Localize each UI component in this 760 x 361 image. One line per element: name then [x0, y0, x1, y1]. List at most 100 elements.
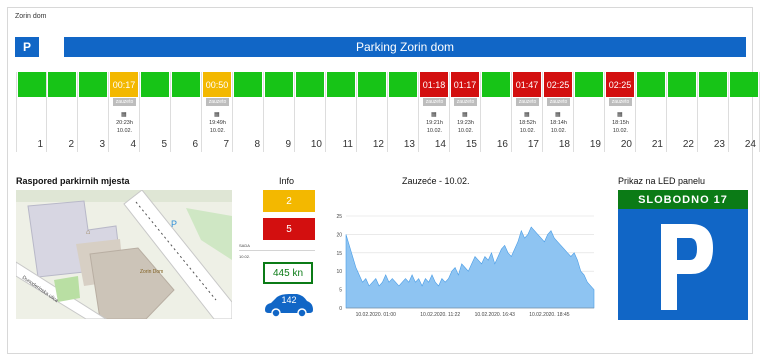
spot-number: 5 — [161, 139, 167, 150]
spot-since-date: 10.02. — [457, 128, 474, 134]
occupied-badge: zauzeto — [609, 98, 632, 106]
parking-spot-4[interactable]: 00:17 zauzeto ▦ 20:23h 10.02. 4 — [109, 72, 140, 152]
spot-since-time: 19:21h — [426, 120, 443, 126]
spot-since-time: 20:23h — [116, 120, 133, 126]
spot-status — [18, 72, 46, 97]
spot-number: 24 — [744, 139, 756, 150]
spot-status — [482, 72, 510, 97]
spot-since-time: 18:15h — [612, 120, 629, 126]
spot-status — [265, 72, 293, 97]
car-count: 142 — [281, 295, 297, 305]
spot-since-date: 10.02. — [519, 128, 536, 134]
spot-since-date: 10.02. — [209, 128, 226, 134]
spot-number: 1 — [37, 139, 43, 150]
spot-status — [48, 72, 76, 97]
parking-spot-17[interactable]: 01:47 zauzeto ▦ 18:52h 10.02. 17 — [512, 72, 543, 152]
parking-logo: P — [15, 37, 39, 57]
spot-number: 6 — [192, 139, 198, 150]
app-title: Zorin dom — [15, 13, 47, 20]
parking-spot-6[interactable]: 6 — [171, 72, 202, 152]
spot-number: 2 — [68, 139, 74, 150]
spot-number: 14 — [434, 139, 446, 150]
parking-spot-10[interactable]: 10 — [295, 72, 326, 152]
led-title: Prikaz na LED panelu — [618, 176, 706, 186]
spot-status: 01:47 — [513, 72, 541, 97]
parking-spot-19[interactable]: 19 — [574, 72, 605, 152]
info-note-label: SADA — [239, 243, 250, 248]
spot-number: 4 — [130, 139, 136, 150]
spot-number: 18 — [558, 139, 570, 150]
led-parking-icon — [618, 211, 748, 320]
car-counter: 142 — [263, 290, 315, 318]
map-title: Raspored parkirnih mjesta — [16, 176, 130, 186]
parking-spot-13[interactable]: 13 — [388, 72, 419, 152]
y-tick-label: 5 — [339, 288, 342, 294]
y-tick-label: 25 — [336, 214, 342, 220]
parking-grid: 1 2 3 00:17 zauzeto ▦ 20:23h 10.02. 4 5 6 00:50 zauz… — [16, 72, 760, 152]
spot-number: 17 — [527, 139, 539, 150]
parking-spot-3[interactable]: 3 — [78, 72, 109, 152]
svg-text:P: P — [171, 219, 177, 229]
map-building-label: Zorin Dom — [140, 269, 163, 275]
parking-spot-15[interactable]: 01:17 zauzeto ▦ 19:23h 10.02. 15 — [450, 72, 481, 152]
spot-number: 8 — [254, 139, 260, 150]
x-tick-label: 10.02.2020. 16:43 — [475, 312, 516, 318]
map-graphic: P ⌂ Zorin Dom Dunoderinska ulica — [16, 190, 232, 319]
spot-status — [141, 72, 169, 97]
parking-spot-22[interactable]: 22 — [667, 72, 698, 152]
info-title: Info — [279, 176, 295, 186]
parking-spot-5[interactable]: 5 — [140, 72, 171, 152]
parking-spot-18[interactable]: 02:25 zauzeto ▦ 18:14h 10.02. 18 — [543, 72, 574, 152]
spot-number: 3 — [99, 139, 105, 150]
spot-status: 02:25 — [606, 72, 634, 97]
calendar-icon: ▦ — [462, 112, 468, 118]
spot-number: 7 — [223, 139, 229, 150]
spot-number: 13 — [403, 139, 415, 150]
parking-map: P ⌂ Zorin Dom Dunoderinska ulica — [16, 190, 232, 319]
spot-status — [668, 72, 696, 97]
led-panel: SLOBODNO 17 — [618, 190, 748, 320]
spot-status — [234, 72, 262, 97]
spot-status — [172, 72, 200, 97]
info-note-date: 10.02. — [239, 254, 251, 259]
parking-spot-16[interactable]: 16 — [481, 72, 512, 152]
parking-spot-12[interactable]: 12 — [357, 72, 388, 152]
parking-spot-14[interactable]: 01:18 zauzeto ▦ 19:21h 10.02. 14 — [419, 72, 450, 152]
spot-status: 00:50 — [203, 72, 231, 97]
occupancy-area — [345, 226, 595, 309]
spot-status — [358, 72, 386, 97]
parking-spot-20[interactable]: 02:25 zauzeto ▦ 18:15h 10.02. 20 — [605, 72, 636, 152]
spot-since-date: 10.02. — [426, 128, 443, 134]
spot-status: 01:18 — [420, 72, 448, 97]
spot-since-time: 18:14h — [550, 120, 567, 126]
parking-spot-21[interactable]: 21 — [636, 72, 667, 152]
spot-number: 21 — [651, 139, 663, 150]
calendar-icon: ▦ — [214, 112, 220, 118]
parking-spot-8[interactable]: 8 — [233, 72, 264, 152]
info-divider — [239, 250, 315, 251]
spot-status: 00:17 — [110, 72, 138, 97]
parking-spot-1[interactable]: 1 — [16, 72, 47, 152]
parking-spot-9[interactable]: 9 — [264, 72, 295, 152]
spot-number: 12 — [372, 139, 384, 150]
calendar-icon: ▦ — [555, 112, 561, 118]
parking-spot-11[interactable]: 11 — [326, 72, 357, 152]
spot-status — [389, 72, 417, 97]
spot-status — [327, 72, 355, 97]
spot-number: 15 — [465, 139, 477, 150]
spot-number: 11 — [342, 139, 353, 150]
y-tick-label: 0 — [339, 306, 342, 312]
spot-since-date: 10.02. — [612, 128, 629, 134]
parking-spot-7[interactable]: 00:50 zauzeto ▦ 19:49h 10.02. 7 — [202, 72, 233, 152]
svg-text:⌂: ⌂ — [86, 229, 90, 236]
calendar-icon: ▦ — [121, 112, 127, 118]
occupied-count: 5 — [263, 218, 315, 240]
parking-spot-24[interactable]: 24 — [729, 72, 760, 152]
y-tick-label: 20 — [336, 232, 342, 238]
parking-spot-23[interactable]: 23 — [698, 72, 729, 152]
parking-p-icon — [661, 223, 713, 310]
parking-spot-2[interactable]: 2 — [47, 72, 78, 152]
page-banner: Parking Zorin dom — [64, 37, 746, 57]
spot-number: 9 — [285, 139, 291, 150]
spot-status — [296, 72, 324, 97]
